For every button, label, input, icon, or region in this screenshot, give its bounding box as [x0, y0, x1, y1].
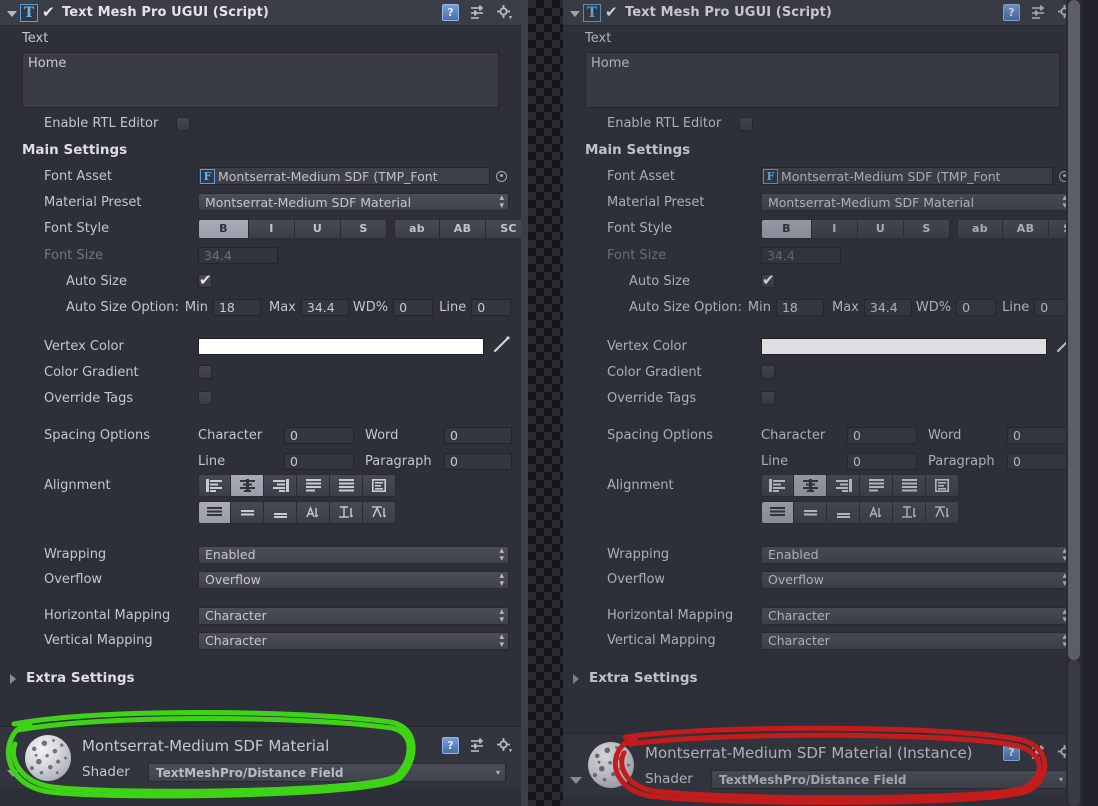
annotation-layer	[5, 710, 1048, 805]
green-ellipse-annotation	[5, 710, 416, 799]
red-ellipse-annotation	[612, 725, 1048, 805]
screenshot-stage: T ✔ Text Mesh Pro UGUI (Script) ? Text H…	[0, 0, 1098, 806]
